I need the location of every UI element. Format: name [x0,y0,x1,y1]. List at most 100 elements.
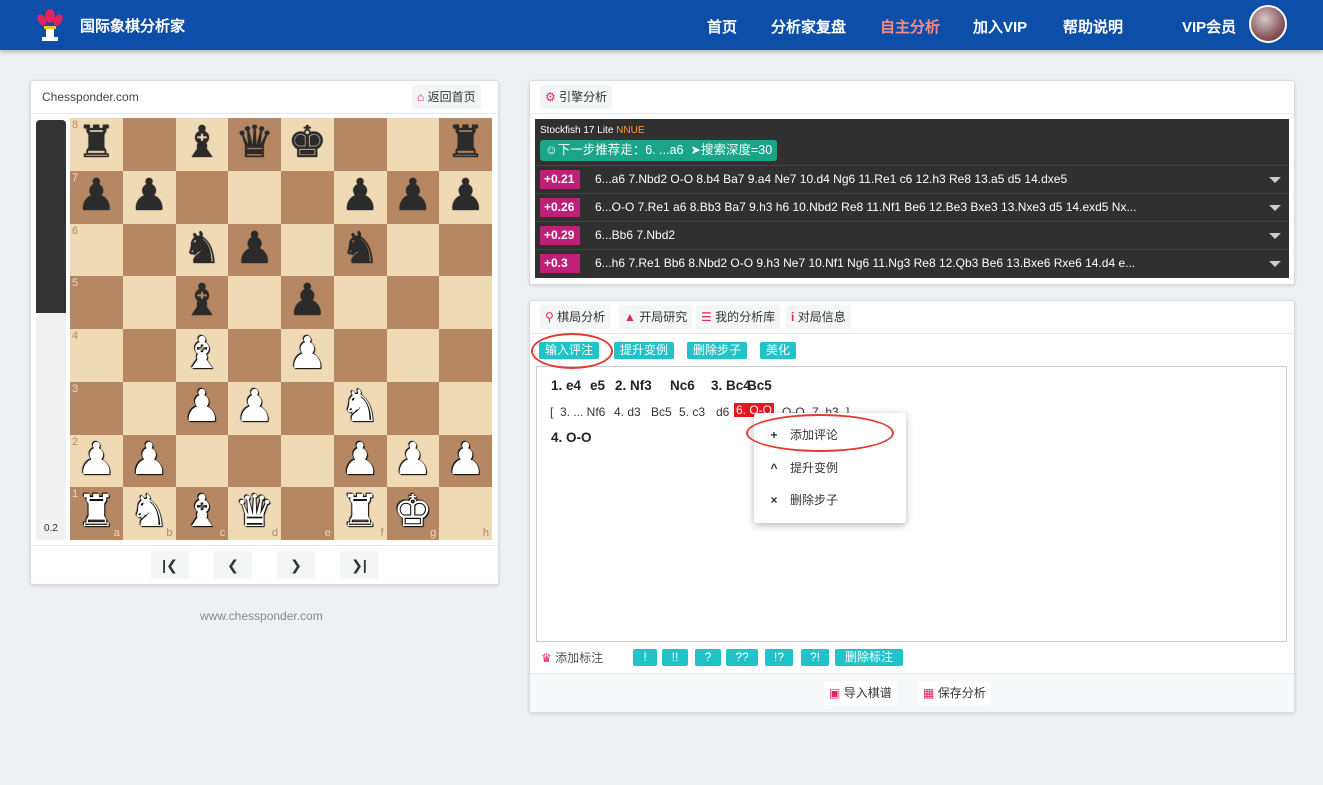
annotation-brilliant-button[interactable]: !! [662,649,688,666]
move[interactable]: 2. Nf3 [615,378,652,393]
annotation-dubious-button[interactable]: ?! [801,649,829,666]
square-g1[interactable]: g ♚ [386,487,440,540]
black-queen-icon[interactable]: ♛ [228,118,281,171]
square-c5[interactable]: ♝ [175,276,229,329]
black-knight-icon[interactable]: ♞ [176,223,229,277]
move[interactable]: Nc6 [670,378,695,393]
square-a4[interactable]: 4 [70,329,123,382]
square-h1[interactable]: h [439,487,492,540]
engine-line[interactable]: +0.26 6...O-O 7.Re1 a6 8.Bb3 Ba7 9.h3 h6… [535,193,1289,221]
move[interactable]: 5. c3 [679,405,705,419]
square-e5[interactable]: ♟ [281,276,334,329]
square-a2[interactable]: 2 ♟ [70,434,123,488]
nav-join-vip[interactable]: 加入VIP [973,16,1027,37]
move[interactable]: 4. d3 [614,405,641,419]
white-pawn-icon[interactable]: ♟ [70,434,123,488]
square-a5[interactable]: 5 [70,276,123,329]
nav-vip-member[interactable]: VIP会员 [1182,16,1236,37]
square-b4[interactable] [122,329,176,382]
square-c6[interactable]: ♞ [175,223,229,277]
square-e7[interactable] [281,170,334,224]
square-f1[interactable]: f ♜ [333,487,387,540]
square-d4[interactable] [228,329,281,382]
square-c4[interactable]: ♝ [175,329,229,382]
square-h3[interactable] [439,381,492,435]
tab-opening-research[interactable]: ▲ 开局研究 [619,305,693,329]
white-king-icon[interactable]: ♚ [387,487,440,540]
promote-variation-button[interactable]: 提升变例 [614,342,675,359]
chevron-down-icon[interactable] [1269,177,1281,183]
square-b7[interactable]: ♟ [122,170,176,224]
square-d5[interactable] [228,276,281,329]
tab-game-info[interactable]: i 对局信息 [786,305,851,329]
black-rook-icon[interactable]: ♜ [439,118,492,171]
prev-move-button[interactable]: ❮ [214,551,252,579]
square-f3[interactable]: ♞ [333,381,387,435]
square-g4[interactable] [386,329,440,382]
white-bishop-icon[interactable]: ♝ [176,329,229,382]
square-f5[interactable] [333,276,387,329]
square-g6[interactable] [386,223,440,277]
square-b3[interactable] [122,381,176,435]
square-a3[interactable]: 3 [70,381,123,435]
square-a8[interactable]: 8 ♜ [70,118,123,171]
square-d2[interactable] [228,434,281,488]
save-analysis-button[interactable]: ▦ 保存分析 [918,681,991,705]
black-rook-icon[interactable]: ♜ [70,118,123,171]
move[interactable]: d6 [716,405,729,419]
next-move-button[interactable]: ❯ [277,551,315,579]
square-f8[interactable] [333,118,387,171]
square-b1[interactable]: b ♞ [122,487,176,540]
square-d7[interactable] [228,170,281,224]
white-knight-icon[interactable]: ♞ [123,487,176,540]
square-h8[interactable]: ♜ [439,118,492,171]
square-b6[interactable] [122,223,176,277]
white-pawn-icon[interactable]: ♟ [228,381,281,435]
black-bishop-icon[interactable]: ♝ [176,118,229,171]
square-e2[interactable] [281,434,334,488]
square-d8[interactable]: ♛ [228,118,281,171]
first-move-button[interactable]: |❮ [151,551,189,579]
white-pawn-icon[interactable]: ♟ [176,381,229,435]
engine-line[interactable]: +0.29 6...Bb6 7.Nbd2 [535,221,1289,249]
white-pawn-icon[interactable]: ♟ [439,434,492,488]
square-d6[interactable]: ♟ [228,223,281,277]
annotation-interesting-button[interactable]: !? [765,649,793,666]
square-b8[interactable] [122,118,176,171]
square-a7[interactable]: 7 ♟ [70,170,123,224]
black-bishop-icon[interactable]: ♝ [176,276,229,329]
engine-line[interactable]: +0.21 6...a6 7.Nbd2 O-O 8.b4 Ba7 9.a4 Ne… [535,165,1289,193]
last-move-button[interactable]: ❯| [340,551,378,579]
move[interactable]: Bc5 [747,378,772,393]
square-c7[interactable] [175,170,229,224]
black-knight-icon[interactable]: ♞ [334,223,387,277]
annotation-mistake-button[interactable]: ? [695,649,721,666]
black-pawn-icon[interactable]: ♟ [123,170,176,224]
move[interactable]: 3. Bc4 [711,378,751,393]
menu-item-add-comment[interactable]: + 添加评论 [754,419,906,451]
black-pawn-icon[interactable]: ♟ [387,170,440,224]
annotation-good-button[interactable]: ! [633,649,657,666]
white-pawn-icon[interactable]: ♟ [334,434,387,488]
menu-item-promote[interactable]: ^ 提升变例 [754,452,906,484]
home-button[interactable]: ⌂ 返回首页 [412,85,481,109]
logo-icon[interactable] [30,5,70,45]
square-c2[interactable] [175,434,229,488]
tab-my-library[interactable]: ☰ 我的分析库 [696,305,781,329]
black-pawn-icon[interactable]: ♟ [334,170,387,224]
white-pawn-icon[interactable]: ♟ [123,434,176,488]
square-a1[interactable]: 1 a ♜ [70,487,123,540]
move[interactable]: e5 [590,378,605,393]
move[interactable]: 1. e4 [551,378,581,393]
white-pawn-icon[interactable]: ♟ [387,434,440,488]
beautify-button[interactable]: 美化 [760,342,797,359]
square-e6[interactable] [281,223,334,277]
engine-line[interactable]: +0.3 6...h6 7.Re1 Bb6 8.Nbd2 O-O 9.h3 Ne… [535,249,1289,277]
black-king-icon[interactable]: ♚ [281,118,334,171]
square-e4[interactable]: ♟ [281,329,334,382]
square-c3[interactable]: ♟ [175,381,229,435]
square-h4[interactable] [439,329,492,382]
input-comment-button[interactable]: 输入评注 [539,342,600,359]
square-g7[interactable]: ♟ [386,170,440,224]
white-bishop-icon[interactable]: ♝ [176,487,229,540]
